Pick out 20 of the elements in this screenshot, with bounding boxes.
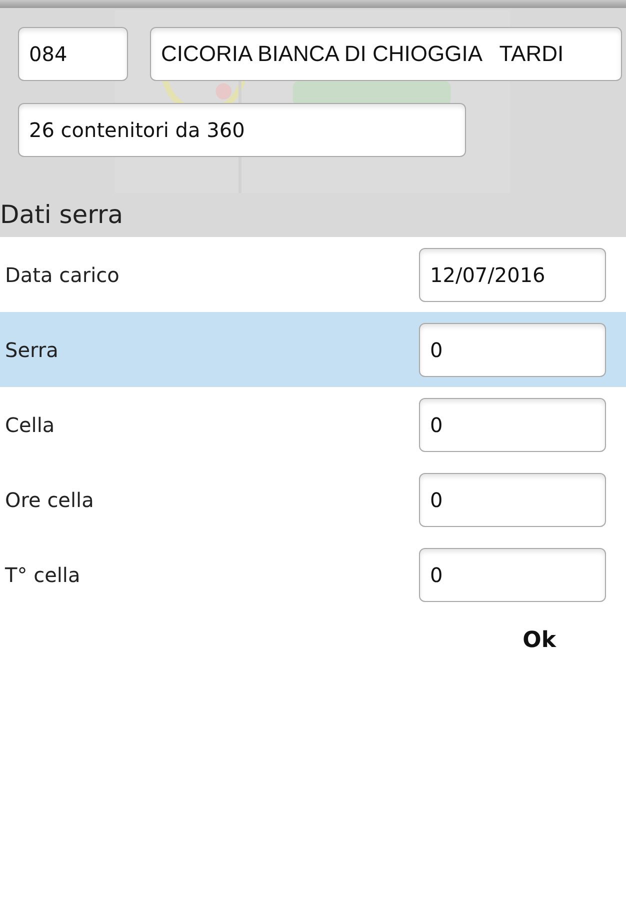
product-field[interactable]: CICORIA BIANCA DI CHIOGGIA TARDI <box>150 27 622 81</box>
field-label: T° cella <box>5 562 80 586</box>
form-row[interactable]: Ore cella 0 <box>0 462 626 537</box>
field-label: Serra <box>5 338 58 362</box>
input-field[interactable]: 0 <box>419 472 606 526</box>
containers-field[interactable]: 26 contenitori da 360 <box>18 103 466 157</box>
input-field[interactable]: 0 <box>419 548 606 602</box>
ok-button[interactable]: Ok <box>518 624 560 657</box>
form-row[interactable]: Serra 0 <box>0 312 626 387</box>
form-row[interactable]: T° cella 0 <box>0 537 626 612</box>
input-field[interactable]: 0 <box>419 322 606 376</box>
form-row[interactable]: Cella 0 <box>0 387 626 462</box>
form-row[interactable]: Data carico 12/07/2016 <box>0 237 626 312</box>
code-field[interactable]: 084 <box>18 27 128 81</box>
section-title: Dati serra <box>0 200 124 230</box>
input-field[interactable]: 12/07/2016 <box>419 248 606 302</box>
input-field[interactable]: 0 <box>419 398 606 452</box>
field-label: Data carico <box>5 262 120 286</box>
field-label: Cella <box>5 412 55 436</box>
field-label: Ore cella <box>5 488 94 512</box>
